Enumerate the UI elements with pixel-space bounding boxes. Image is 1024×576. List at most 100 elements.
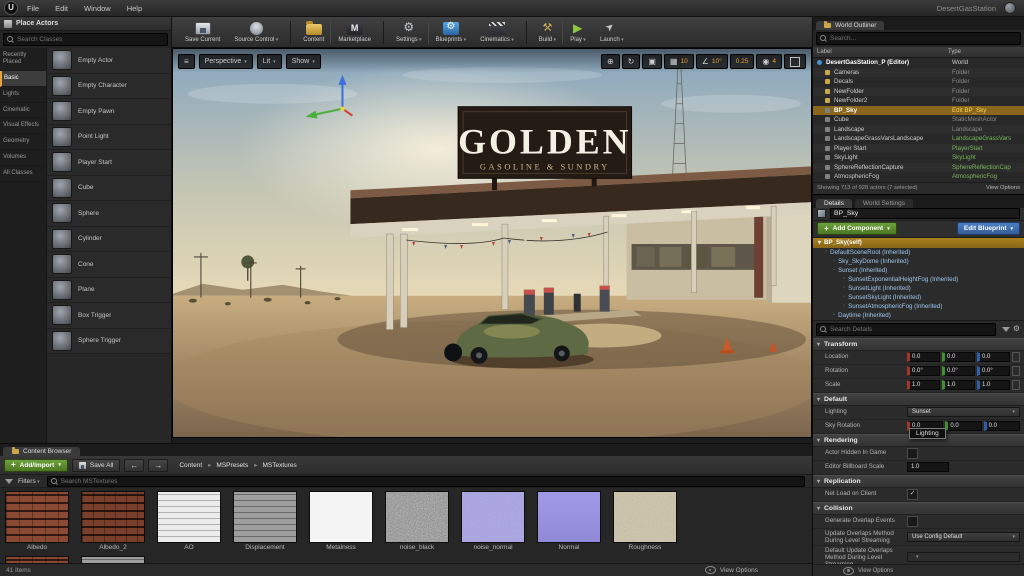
asset-tile[interactable]: Displacement — [233, 491, 297, 553]
scale-z-field[interactable]: 1.0 — [977, 380, 1010, 390]
outliner-row[interactable]: NewFolder2 Folder — [813, 96, 1024, 106]
asset-tile[interactable] — [81, 556, 145, 563]
level-viewport[interactable]: GOLDEN GASOLINE & SUNDRY — [172, 48, 812, 438]
actor-hidden-checkbox[interactable] — [907, 448, 918, 459]
breadcrumb-item[interactable]: MSPresets — [205, 460, 251, 470]
tab-world-settings[interactable]: World Settings — [855, 199, 913, 208]
outliner-row[interactable]: Cube StaticMeshActor — [813, 115, 1024, 125]
asset-tile[interactable]: AO — [157, 491, 221, 553]
outliner-row[interactable]: LandscapeGrassVarsLandscape LandscapeGra… — [813, 134, 1024, 144]
breadcrumb-item[interactable]: Content — [176, 461, 205, 470]
toolbar-button[interactable]: Marketplace — [331, 21, 378, 44]
update-overlaps-dropdown[interactable]: Use Config Default — [907, 532, 1020, 542]
asset-tile[interactable]: Metalness — [309, 491, 373, 553]
details-settings-icon[interactable]: ⚙ — [1013, 325, 1020, 333]
rotation-x-field[interactable]: 0.0° — [907, 366, 940, 376]
label-column-header[interactable]: Label — [817, 49, 948, 55]
replication-section-header[interactable]: Replication — [813, 475, 1024, 488]
account-icon[interactable] — [1004, 2, 1016, 14]
perspective-dropdown[interactable]: Perspective▾ — [199, 54, 253, 69]
location-y-field[interactable]: 0.0 — [942, 352, 975, 362]
outliner-row[interactable]: Decals Folder — [813, 77, 1024, 87]
asset-tile[interactable]: Roughness — [613, 491, 677, 553]
component-row[interactable]: SunsetExponentialHeightFog (Inherited) — [813, 275, 1024, 284]
menu-item[interactable]: Edit — [48, 2, 75, 15]
translate-tool-button[interactable]: ⊕ — [601, 54, 620, 69]
toolbar-button[interactable]: Save Current — [178, 21, 227, 44]
menu-item[interactable]: Help — [120, 2, 149, 15]
lock-icon[interactable] — [1012, 380, 1020, 390]
component-row[interactable]: BP_Sky(self) — [813, 238, 1024, 248]
place-actors-category[interactable]: Lights — [0, 87, 46, 103]
forward-button[interactable]: → — [148, 459, 168, 472]
filter-funnel-icon[interactable] — [5, 479, 13, 484]
scale-x-field[interactable]: 1.0 — [907, 380, 940, 390]
component-row[interactable]: Sky_SkyDome (Inherited) — [813, 257, 1024, 266]
filters-button[interactable]: Filters — [18, 478, 40, 485]
outliner-row[interactable]: NewFolder Folder — [813, 87, 1024, 97]
rotation-snap-button[interactable]: ∠10° — [696, 54, 728, 69]
component-row[interactable]: SunsetAtmosphericFog (Inherited) — [813, 302, 1024, 311]
place-actors-category[interactable]: Visual Effects — [0, 118, 46, 134]
toolbar-button[interactable]: Play — [563, 21, 593, 44]
net-load-checkbox[interactable] — [907, 489, 918, 500]
default-section-header[interactable]: Default — [813, 393, 1024, 406]
place-actors-header[interactable]: Place Actors — [0, 17, 171, 31]
place-actor-item[interactable]: Cylinder — [47, 227, 171, 253]
outliner-row[interactable]: Player Start PlayerStart — [813, 144, 1024, 154]
place-actor-item[interactable]: Sphere Trigger — [47, 329, 171, 355]
camera-speed-button[interactable]: ◉4 — [756, 54, 782, 69]
place-actor-item[interactable]: Plane — [47, 278, 171, 304]
place-actors-search-input[interactable] — [17, 36, 164, 43]
location-x-field[interactable]: 0.0 — [907, 352, 940, 362]
toolbar-button[interactable]: Launch — [593, 21, 631, 44]
place-actors-category[interactable]: Volumes — [0, 150, 46, 166]
outliner-row[interactable]: BP_Sky Edit BP_Sky — [813, 106, 1024, 116]
outliner-row[interactable]: SkyLight SkyLight — [813, 153, 1024, 163]
scale-snap-button[interactable]: 0.25 — [730, 54, 755, 69]
transform-section-header[interactable]: Transform — [813, 338, 1024, 351]
place-actors-category[interactable]: Geometry — [0, 134, 46, 150]
add-component-button[interactable]: Add Component — [817, 222, 897, 235]
world-outliner-tab[interactable]: World Outliner — [816, 21, 884, 30]
details-search-input[interactable] — [830, 326, 992, 333]
collision-section-header[interactable]: Collision — [813, 502, 1024, 515]
place-actor-item[interactable]: Empty Character — [47, 74, 171, 100]
outliner-search[interactable] — [816, 32, 1021, 45]
back-button[interactable]: ← — [124, 459, 144, 472]
place-actor-item[interactable]: Empty Pawn — [47, 99, 171, 125]
actor-name-field[interactable]: BP_Sky — [830, 208, 1020, 219]
scale-y-field[interactable]: 1.0 — [942, 380, 975, 390]
place-actor-item[interactable]: Cone — [47, 252, 171, 278]
rotation-z-field[interactable]: 0.0° — [977, 366, 1010, 376]
overlap-events-checkbox[interactable] — [907, 516, 918, 527]
toolbar-button[interactable]: Settings — [383, 21, 429, 44]
component-row[interactable]: Daytime (Inherited) — [813, 311, 1024, 320]
type-column-header[interactable]: Type — [948, 49, 1020, 55]
tab-details[interactable]: Details — [816, 199, 852, 208]
component-row[interactable]: Sunset (Inherited) — [813, 266, 1024, 275]
toolbar-button[interactable]: Content — [290, 21, 331, 44]
lock-icon[interactable] — [1012, 366, 1020, 376]
details-view-options[interactable]: View Options — [813, 564, 1024, 576]
location-z-field[interactable]: 0.0 — [977, 352, 1010, 362]
add-import-button[interactable]: Add/Import — [4, 459, 68, 472]
asset-search[interactable] — [47, 476, 805, 487]
place-actor-item[interactable]: Cube — [47, 176, 171, 202]
sky-rotation-y-field[interactable]: 0.0 — [945, 421, 981, 431]
outliner-view-options[interactable]: View Options — [986, 185, 1020, 191]
outliner-row[interactable]: SphereReflectionCapture SphereReflection… — [813, 163, 1024, 173]
view-mode-dropdown[interactable]: Lit▾ — [257, 54, 282, 69]
asset-tile[interactable]: noise_black — [385, 491, 449, 553]
sky-rotation-z-field[interactable]: 0.0 — [984, 421, 1020, 431]
grid-snap-button[interactable]: ▦10 — [664, 54, 694, 69]
component-row[interactable]: SunsetLight (Inherited) — [813, 284, 1024, 293]
asset-tile[interactable]: Albedo_2 — [81, 491, 145, 553]
toolbar-button[interactable]: Source Control — [227, 21, 285, 44]
show-flags-dropdown[interactable]: Show▾ — [286, 54, 321, 69]
breadcrumb-item[interactable]: MSTextures — [251, 460, 300, 470]
menu-item[interactable]: File — [20, 2, 46, 15]
place-actor-item[interactable]: Point Light — [47, 125, 171, 151]
asset-tile[interactable]: Normal — [537, 491, 601, 553]
outliner-row[interactable]: Cameras Folder — [813, 68, 1024, 78]
